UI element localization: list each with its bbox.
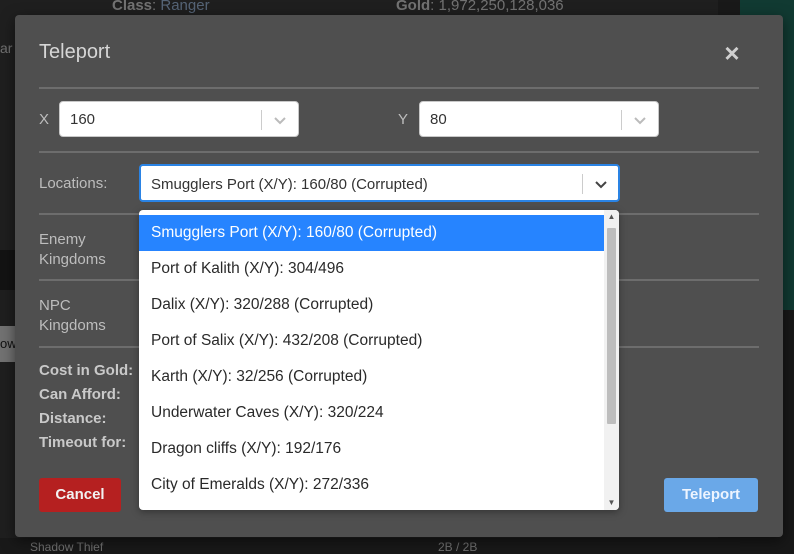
location-option[interactable]: Smugglers Port (X/Y): 160/80 (Corrupted) — [139, 215, 604, 251]
divider — [39, 87, 759, 89]
locations-select[interactable]: Smugglers Port (X/Y): 160/80 (Corrupted) — [139, 164, 620, 202]
dropdown-scrollbar[interactable]: ▲ ▼ — [604, 210, 619, 510]
locations-dropdown-menu[interactable]: Smugglers Port (X/Y): 160/80 (Corrupted)… — [139, 210, 619, 510]
timeout-label: Timeout for: — [39, 434, 127, 451]
x-value: 160 — [70, 111, 96, 128]
chevron-down-icon[interactable] — [270, 110, 290, 130]
enemy-kingdoms-label: Enemy Kingdoms — [39, 231, 106, 268]
distance-label: Distance: — [39, 410, 107, 427]
locations-value: Smugglers Port (X/Y): 160/80 (Corrupted) — [151, 176, 428, 193]
chevron-down-icon[interactable] — [591, 174, 611, 194]
location-option[interactable]: Underwater Caves (X/Y): 320/224 — [139, 395, 604, 431]
modal-title: Teleport — [39, 41, 111, 63]
y-value: 80 — [430, 111, 447, 128]
divider — [39, 151, 759, 153]
locations-label: Locations: — [39, 175, 108, 192]
scroll-down-icon[interactable]: ▼ — [607, 498, 616, 508]
location-option[interactable]: Dalix (X/Y): 320/288 (Corrupted) — [139, 287, 604, 323]
scroll-up-icon[interactable]: ▲ — [607, 212, 616, 222]
cost-in-gold-label: Cost in Gold: — [39, 362, 134, 379]
y-select[interactable]: 80 — [419, 101, 659, 137]
location-option[interactable]: Dragon cliffs (X/Y): 192/176 — [139, 431, 604, 467]
location-option[interactable]: City of Emeralds (X/Y): 272/336 — [139, 467, 604, 503]
y-label: Y — [398, 111, 409, 128]
location-option[interactable]: Karth (X/Y): 32/256 (Corrupted) — [139, 359, 604, 395]
x-select[interactable]: 160 — [59, 101, 299, 137]
location-option[interactable]: Port of Salix (X/Y): 432/208 (Corrupted) — [139, 323, 604, 359]
x-select-separator — [261, 110, 262, 130]
scrollbar-thumb[interactable] — [607, 228, 616, 424]
locations-select-separator — [582, 174, 583, 194]
y-select-separator — [621, 110, 622, 130]
location-option[interactable]: Port of Kalith (X/Y): 304/496 — [139, 251, 604, 287]
teleport-button[interactable]: Teleport — [664, 478, 758, 512]
npc-kingdoms-label: NPC Kingdoms — [39, 297, 106, 334]
locations-option-list: Smugglers Port (X/Y): 160/80 (Corrupted)… — [139, 215, 604, 503]
can-afford-label: Can Afford: — [39, 386, 121, 403]
close-icon[interactable]: × — [721, 40, 743, 66]
cancel-button[interactable]: Cancel — [39, 478, 121, 512]
x-label: X — [39, 111, 50, 128]
chevron-down-icon[interactable] — [630, 110, 650, 130]
